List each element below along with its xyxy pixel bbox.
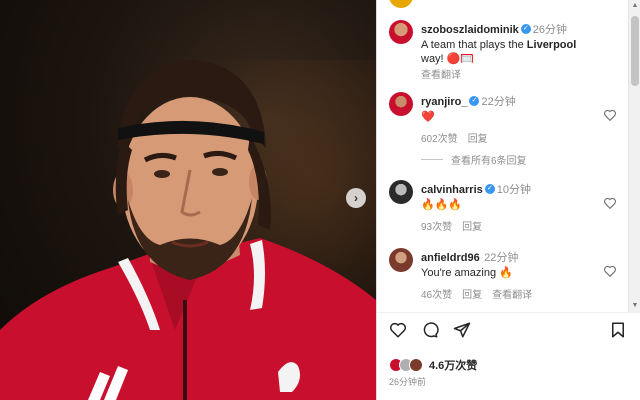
see-translation-link[interactable]: 查看翻译	[492, 290, 532, 301]
see-translation-link[interactable]: 查看翻译	[421, 66, 599, 81]
caption-text: A team that plays the Liverpool way! 🔴🥅	[421, 38, 599, 66]
comment-bubble-icon[interactable]	[421, 321, 439, 339]
scroll-up-arrow-icon[interactable]: ▲	[629, 0, 640, 12]
reply-button[interactable]: 回复	[462, 222, 482, 233]
commenter-avatar[interactable]	[389, 92, 413, 116]
comment-meta: 93次赞 回复	[421, 218, 599, 233]
comment-text: 🔥🔥🔥	[421, 199, 463, 211]
view-replies-link[interactable]: 查看所有6条回复	[421, 152, 527, 167]
post-caption: szoboszlaidominik ✓ 26分钟 A team that plays…	[377, 18, 629, 81]
next-image-button[interactable]: ›	[346, 188, 366, 208]
comment-likes[interactable]: 46次赞	[421, 290, 452, 301]
verified-badge-icon: ✓	[520, 23, 531, 34]
liker-avatar	[409, 358, 423, 372]
comment-item: ryanjiro_ ✓ 22分钟 ❤️ 602次赞 回复	[377, 90, 629, 150]
comments-panel: szoboszlaidominik ✓ 26分钟 A team that plays…	[376, 0, 640, 400]
caption-prefix: A team that plays the	[421, 39, 527, 51]
reply-button[interactable]: 回复	[462, 290, 482, 301]
commenter-avatar[interactable]	[389, 180, 413, 204]
caption-time: 26分钟	[532, 24, 568, 36]
comment-item: anfieldrd96 22分钟 You're amazing 🔥 46次赞 回复…	[377, 246, 629, 306]
comment-username[interactable]: ryanjiro_	[421, 96, 467, 108]
bookmark-icon[interactable]	[609, 321, 627, 339]
verified-badge-icon: ✓	[484, 183, 495, 194]
player-photo	[0, 60, 376, 400]
comment-likes[interactable]: 93次赞	[421, 222, 452, 233]
scrollbar-thumb[interactable]	[631, 16, 639, 86]
author-avatar[interactable]	[389, 20, 413, 44]
verified-badge-icon: ✓	[469, 95, 480, 106]
comment-time: 10分钟	[496, 184, 532, 196]
comment-username[interactable]: anfieldrd96	[421, 252, 480, 264]
view-replies-text[interactable]: 查看所有6条回复	[451, 152, 527, 167]
comment-time: 22分钟	[481, 96, 516, 108]
heart-outline-icon[interactable]	[603, 196, 617, 210]
avatar[interactable]	[389, 0, 413, 8]
comment-text: You're amazing 🔥	[421, 267, 513, 279]
commenter-avatar[interactable]	[389, 248, 413, 272]
comment-meta: 46次赞 回复 查看翻译	[421, 286, 599, 301]
post-image[interactable]: ›	[0, 0, 376, 400]
replies-divider	[421, 159, 443, 160]
comment-time: 22分钟	[484, 252, 519, 264]
comment-likes[interactable]: 602次赞	[421, 134, 458, 145]
scroll-down-arrow-icon[interactable]: ▼	[629, 300, 640, 312]
post-timestamp: 26分钟前	[389, 377, 427, 387]
post-actions: 4.6万次赞 26分钟前	[377, 312, 640, 400]
heart-outline-icon[interactable]	[603, 264, 617, 278]
comments-scroll-area[interactable]: szoboszlaidominik ✓ 26分钟 A team that plays…	[377, 0, 629, 312]
likes-summary[interactable]: 4.6万次赞	[389, 357, 477, 373]
chevron-right-icon: ›	[354, 191, 358, 205]
caption-hashtag[interactable]: Liverpool	[527, 39, 577, 51]
paper-plane-icon[interactable]	[453, 321, 471, 339]
heart-outline-icon[interactable]	[389, 321, 407, 339]
comment-item: calvinharris ✓ 10分钟 🔥🔥🔥 93次赞 回复	[377, 178, 629, 238]
comment-text: ❤️	[421, 111, 435, 123]
scrollbar[interactable]: ▲ ▼	[628, 0, 640, 312]
comment-meta: 602次赞 回复	[421, 130, 599, 145]
heart-outline-icon[interactable]	[603, 108, 617, 122]
caption-suffix: way! 🔴🥅	[421, 53, 475, 65]
comment-username[interactable]: calvinharris	[421, 184, 483, 196]
likes-count[interactable]: 4.6万次赞	[429, 357, 477, 373]
author-username[interactable]: szoboszlaidominik	[421, 24, 519, 36]
reply-button[interactable]: 回复	[468, 134, 488, 145]
